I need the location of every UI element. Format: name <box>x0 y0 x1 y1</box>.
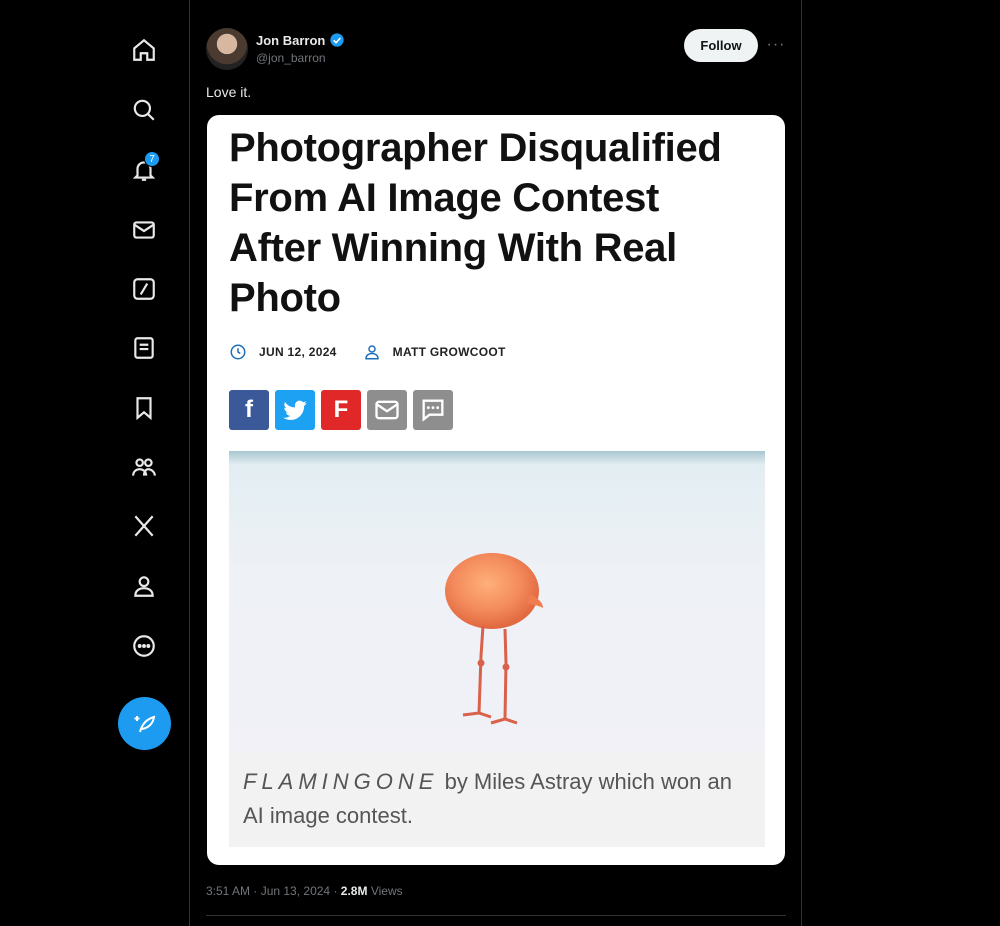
nav-profile[interactable] <box>119 561 169 611</box>
author-name-text: Jon Barron <box>256 32 326 48</box>
flipboard-share-icon: F <box>321 390 361 430</box>
article-author: MATT GROWCOOT <box>392 345 506 359</box>
bird-icon <box>283 400 307 420</box>
article-date: JUN 12, 2024 <box>259 345 337 359</box>
article-meta: JUN 12, 2024 MATT GROWCOOT <box>229 343 506 361</box>
left-nav: 7 <box>0 0 190 926</box>
tweet-time[interactable]: 3:51 AM <box>206 884 250 898</box>
nav-premium[interactable] <box>119 501 169 551</box>
facebook-share-icon: f <box>229 390 269 430</box>
flamingo-illustration <box>445 553 543 725</box>
x-logo-icon <box>134 515 154 537</box>
people-icon <box>132 458 156 476</box>
caption-title: FLAMINGONE <box>243 769 439 794</box>
mail-icon <box>133 221 155 239</box>
nav-home[interactable] <box>119 25 169 75</box>
feather-plus-icon <box>134 715 155 732</box>
tweet-date[interactable]: Jun 13, 2024 <box>261 884 330 898</box>
embedded-article-image[interactable]: Photographer Disqualified From AI Image … <box>207 115 785 865</box>
divider <box>206 915 786 916</box>
article-headline: Photographer Disqualified From AI Image … <box>229 126 722 320</box>
flamingo-photo <box>229 451 765 751</box>
nav-bookmarks[interactable] <box>119 383 169 433</box>
more-options-icon[interactable]: ··· <box>764 36 788 56</box>
views-count: 2.8M <box>340 884 368 898</box>
slash-square-icon <box>133 278 155 300</box>
chat-bubble-icon <box>422 399 444 422</box>
list-icon <box>134 337 154 359</box>
author-handle[interactable]: @jon_barron <box>256 51 326 65</box>
tweet-text: Love it. <box>206 84 252 100</box>
nav-communities[interactable] <box>119 442 169 492</box>
nav-notifications[interactable]: 7 <box>119 145 169 195</box>
verified-badge-icon <box>330 33 345 47</box>
email-share-icon <box>367 390 407 430</box>
author-name[interactable]: Jon Barron <box>256 32 345 48</box>
photo-caption: FLAMINGONE by Miles Astray which won an … <box>229 751 765 847</box>
user-icon <box>364 345 379 360</box>
sms-share-icon <box>413 390 453 430</box>
nav-messages[interactable] <box>119 205 169 255</box>
nav-more[interactable] <box>119 621 169 671</box>
tweet-timestamp: 3:51 AM · Jun 13, 2024 · 2.8M Views <box>206 884 403 898</box>
nav-grok[interactable] <box>119 264 169 314</box>
clock-icon <box>230 344 246 360</box>
follow-button[interactable]: Follow <box>684 29 758 62</box>
bookmark-icon <box>136 397 152 421</box>
search-icon <box>133 99 155 121</box>
person-icon <box>134 576 154 597</box>
views-label: Views <box>370 884 403 898</box>
avatar[interactable] <box>206 28 248 70</box>
nav-explore[interactable] <box>119 85 169 135</box>
main-column: Jon Barron @jon_barron Follow ··· Love i… <box>190 0 802 926</box>
flipboard-glyph: F <box>333 396 349 423</box>
facebook-glyph: f <box>245 396 253 423</box>
more-circle-icon <box>133 635 155 657</box>
share-buttons: f F <box>229 390 453 430</box>
notification-badge: 7 <box>144 151 160 167</box>
compose-post-button[interactable] <box>118 697 171 750</box>
twitter-share-icon <box>275 390 315 430</box>
home-icon <box>133 38 155 61</box>
nav-lists[interactable] <box>119 323 169 373</box>
envelope-icon <box>375 400 399 420</box>
